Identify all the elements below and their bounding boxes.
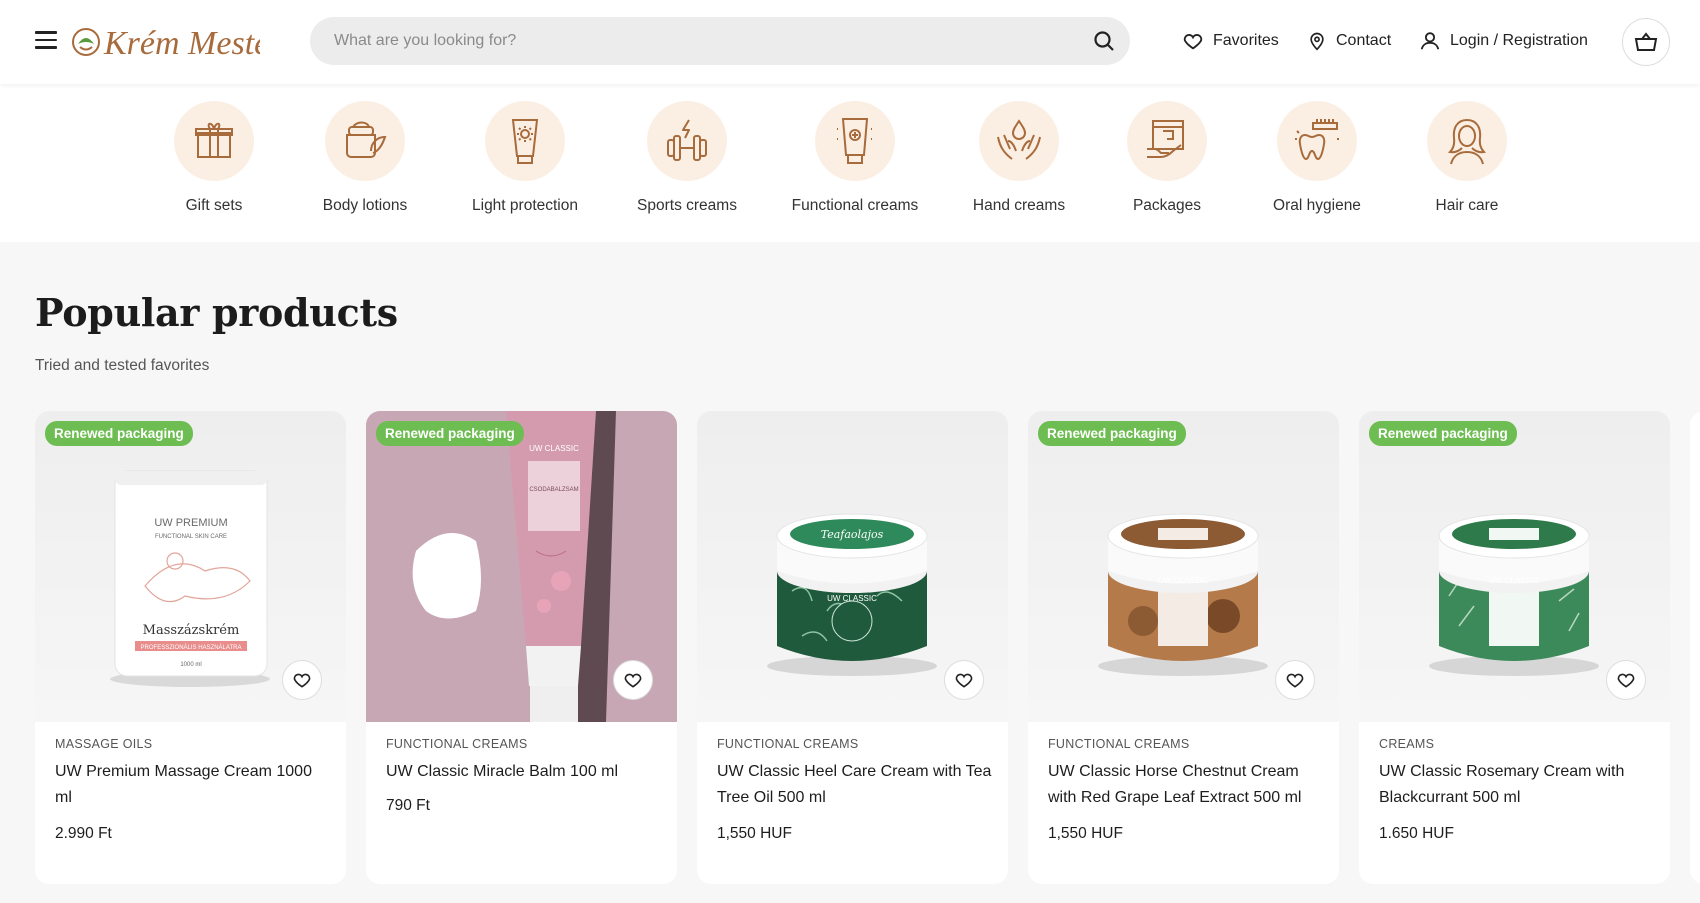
category-label: Packages	[1132, 197, 1202, 214]
product-price: 790 Ft	[386, 797, 430, 814]
renewed-badge: Renewed packaging	[1038, 421, 1186, 446]
product-card[interactable]: UW CLASSIC CSODABALZSAM Renewed packagin…	[366, 411, 677, 884]
category-label: Sports creams	[637, 197, 737, 214]
product-card[interactable]: UW PREMIUM FUNCTIONAL SKIN CARE Masszázs…	[35, 411, 346, 884]
jar-sub: FUNCTIONAL SKIN CARE	[155, 534, 227, 540]
product-card[interactable]: UW CLASSIC Renewed packaging FUNCTIONAL …	[1028, 411, 1339, 884]
product-price: 1,550 HUF	[1048, 825, 1123, 842]
add-favorite-button[interactable]	[944, 660, 984, 700]
product-price: 1,550 HUF	[717, 825, 792, 842]
user-icon	[1420, 32, 1440, 50]
category-label: Functional creams	[791, 197, 919, 214]
jar-brand: UW PREMIUM	[154, 517, 227, 529]
product-price: 2.990 Ft	[55, 825, 112, 842]
category-functional-creams[interactable]: Functional creams	[780, 101, 930, 215]
heart-icon	[1286, 673, 1304, 688]
favorites-link[interactable]: Favorites	[1182, 28, 1279, 54]
category-label: Gift sets	[185, 197, 243, 214]
site-header: Krém Mester Favorites Contact Login / Re…	[0, 0, 1700, 84]
tube-plus-icon	[837, 118, 873, 164]
add-favorite-button[interactable]	[613, 660, 653, 700]
woman-hair-icon	[1447, 119, 1487, 165]
product-name[interactable]: UW Classic Heel Care Cream with Tea Tree…	[717, 759, 992, 811]
category-oral-hygiene[interactable]: Oral hygiene	[1242, 101, 1392, 215]
renewed-badge: Renewed packaging	[376, 421, 524, 446]
tube-label: CSODABALZSAM	[529, 487, 578, 493]
product-card[interactable]: Teafaolajos UW CLASSIC FUNCTIONAL CREAMS…	[697, 411, 1008, 884]
jar-volume: 1000 ml	[180, 662, 201, 668]
category-body-lotions[interactable]: Body lotions	[290, 101, 440, 215]
product-category: FUNCTIONAL CREAMS	[1048, 737, 1190, 751]
product-name[interactable]: UW Premium Massage Cream 1000 ml	[55, 759, 330, 811]
contact-label: Contact	[1336, 32, 1392, 49]
product-category: FUNCTIONAL CREAMS	[386, 737, 528, 751]
search-bar	[310, 17, 1130, 65]
category-label: Hand creams	[972, 197, 1066, 214]
jar-band: PROFESSZIONÁLIS HASZNÁLATRA	[141, 644, 242, 651]
shopping-basket-icon	[1634, 32, 1658, 51]
product-name[interactable]: UW Classic Horse Chestnut Cream with Red…	[1048, 759, 1323, 811]
category-hair-care[interactable]: Hair care	[1392, 101, 1542, 215]
gift-box-icon	[195, 122, 233, 158]
category-label: Hair care	[1435, 197, 1499, 214]
renewed-badge: Renewed packaging	[45, 421, 193, 446]
section-title: Popular products	[35, 290, 398, 335]
jar-brand: UW CLASSIC	[1489, 576, 1539, 585]
jar-brand: UW CLASSIC	[1158, 576, 1208, 585]
heart-icon	[624, 673, 642, 688]
product-price: 1.650 HUF	[1379, 825, 1454, 842]
category-gift-sets[interactable]: Gift sets	[139, 101, 289, 215]
add-favorite-button[interactable]	[1606, 660, 1646, 700]
product-category: FUNCTIONAL CREAMS	[717, 737, 859, 751]
section-subtitle: Tried and tested favorites	[35, 357, 210, 374]
sun-tube-icon	[511, 119, 539, 164]
renewed-badge: Renewed packaging	[1369, 421, 1517, 446]
site-logo[interactable]: Krém Mester	[70, 14, 283, 70]
heart-icon	[955, 673, 973, 688]
add-favorite-button[interactable]	[282, 660, 322, 700]
favorites-label: Favorites	[1213, 32, 1279, 49]
category-label: Oral hygiene	[1273, 197, 1361, 214]
login-label: Login / Registration	[1450, 32, 1588, 49]
login-link[interactable]: Login / Registration	[1419, 28, 1588, 54]
search-icon[interactable]	[1092, 29, 1116, 53]
dumbbell-icon	[667, 119, 707, 161]
category-sports-creams[interactable]: Sports creams	[612, 101, 762, 215]
cream-jar-icon	[346, 121, 387, 158]
product-card[interactable]: UW CLASSIC Renewed packaging CREAMS UW C…	[1359, 411, 1670, 884]
category-light-protection[interactable]: Light protection	[450, 101, 600, 215]
product-category: MASSAGE OILS	[55, 737, 153, 751]
add-favorite-button[interactable]	[1275, 660, 1315, 700]
product-name[interactable]: UW Classic Miracle Balm 100 ml	[386, 759, 661, 785]
package-hand-icon	[1147, 120, 1184, 158]
heart-icon	[293, 673, 311, 688]
product-category: CREAMS	[1379, 737, 1435, 751]
search-input[interactable]	[334, 17, 1074, 65]
location-pin-icon	[1310, 32, 1324, 51]
category-packages[interactable]: Packages	[1092, 101, 1242, 215]
hands-drop-icon	[997, 119, 1041, 160]
product-card-partial[interactable]	[1690, 411, 1700, 884]
tooth-brush-icon	[1295, 119, 1339, 161]
category-label: Light protection	[472, 197, 578, 214]
jar-label: Masszázskrém	[143, 623, 240, 638]
category-label: Body lotions	[322, 197, 408, 214]
category-bar: Gift sets Body lotions Light protection …	[0, 84, 1700, 242]
heart-icon	[1617, 673, 1635, 688]
logo-text: Krém Mester	[103, 25, 260, 62]
menu-icon[interactable]	[35, 31, 57, 51]
cart-button[interactable]	[1622, 18, 1670, 66]
category-hand-creams[interactable]: Hand creams	[944, 101, 1094, 215]
heart-icon	[1183, 34, 1203, 50]
jar-label: Teafaolajos	[821, 528, 884, 541]
tube-brand: UW CLASSIC	[529, 444, 579, 453]
product-name[interactable]: UW Classic Rosemary Cream with Blackcurr…	[1379, 759, 1654, 811]
contact-link[interactable]: Contact	[1307, 28, 1391, 54]
